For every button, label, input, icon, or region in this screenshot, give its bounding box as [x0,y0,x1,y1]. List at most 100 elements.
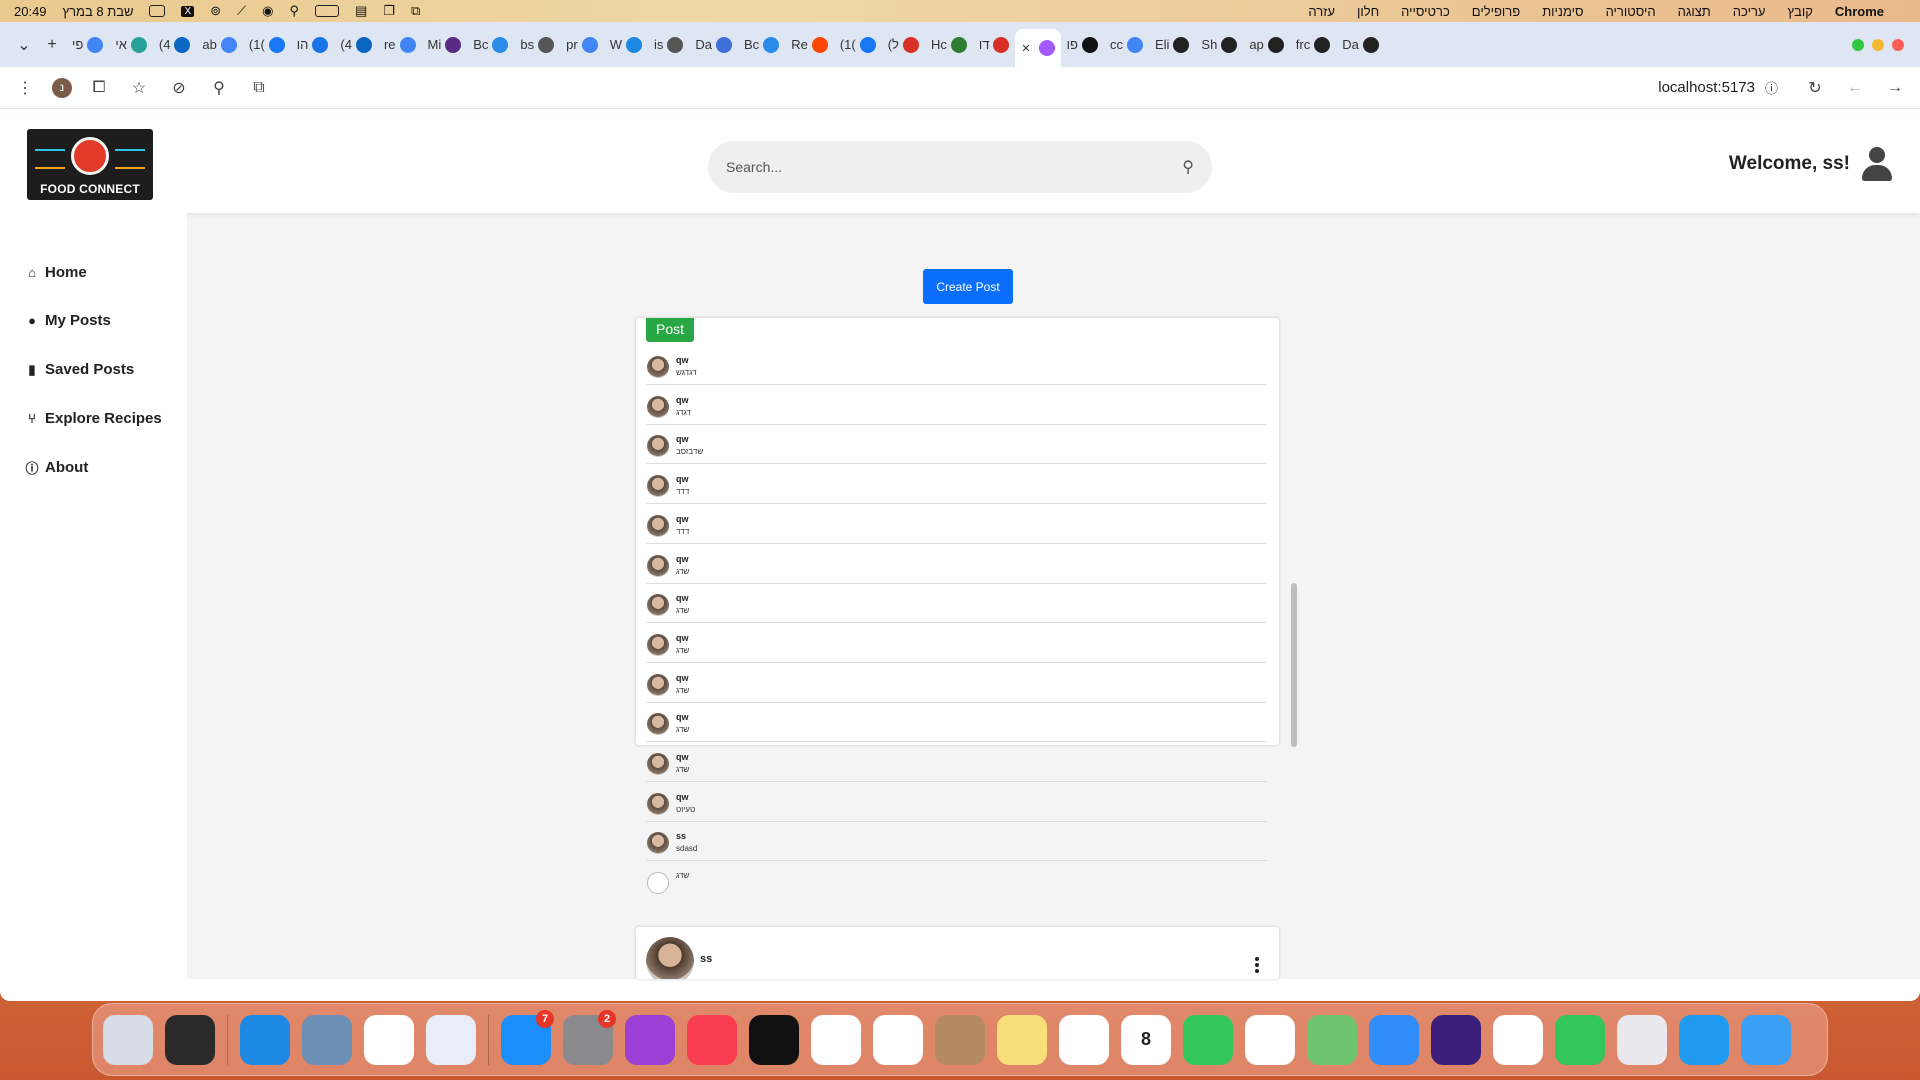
finder-icon[interactable] [1741,1014,1791,1065]
comment-avatar[interactable] [647,713,669,736]
xcode-instruments-icon[interactable] [426,1014,476,1065]
comment-author[interactable]: qw [676,434,689,444]
post-author-avatar[interactable] [646,937,694,979]
mongodb-icon[interactable] [364,1014,414,1065]
browser-tab[interactable]: is [648,29,689,61]
browser-tab[interactable]: pr [560,29,604,61]
menubar-menu-item[interactable]: פרופילים [1472,4,1520,19]
photos-icon[interactable] [1245,1014,1295,1065]
comment-avatar[interactable] [647,792,669,815]
zoom-button[interactable] [1852,38,1864,51]
podcasts-icon[interactable] [625,1014,675,1065]
menubar-menu-item[interactable]: עריכה [1733,4,1766,19]
comment-avatar[interactable] [647,872,669,895]
browser-tab[interactable]: Eli [1149,29,1195,61]
eye-off-icon[interactable]: ⊘ [166,78,192,98]
link-status-icon[interactable]: ⊚ [210,3,221,19]
comment-author[interactable]: qw [676,712,689,722]
comment-author[interactable]: qw [676,792,689,802]
comment-avatar[interactable] [647,753,669,775]
reminders-icon[interactable] [1059,1014,1109,1065]
comment-avatar[interactable] [647,475,669,498]
comment-avatar[interactable] [647,594,669,617]
browser-tab[interactable]: bs [514,29,560,61]
nav-explore-recipes[interactable]: ⑂ Explore Recipes [25,410,162,427]
control-center-icon[interactable] [149,5,166,17]
browser-tab[interactable]: ap [1243,29,1289,61]
menubar-menu-item[interactable]: עזרה [1308,4,1335,19]
calendar-icon[interactable]: 8 [1121,1014,1171,1065]
menubar-app-name[interactable]: Chrome [1835,4,1884,19]
browser-tab[interactable]: Da [1336,29,1385,61]
browser-tab[interactable]: Mi [422,29,468,61]
zoom-icon[interactable]: ⚲ [206,78,232,98]
browser-tab[interactable]: אי [109,29,153,61]
menubar-menu-item[interactable]: כרטיסייה [1401,4,1450,19]
url-text[interactable]: localhost:5173 [1658,79,1755,96]
x-status-icon[interactable]: X [181,5,195,17]
menubar-menu-item[interactable]: היסטוריה [1606,4,1656,19]
browser-tab[interactable]: Sh [1195,29,1243,61]
system-settings-icon[interactable]: 2 [563,1009,616,1065]
chrome-icon[interactable] [1493,1014,1543,1065]
window-status-icon[interactable]: ❐ [383,3,395,19]
menubar-menu-item[interactable]: חלון [1357,4,1379,19]
menubar-date[interactable]: שבת 8 במרץ [63,4,134,19]
comment-author[interactable]: qw [676,673,689,683]
comment-avatar[interactable] [647,435,669,458]
slash-status-icon[interactable]: ⟋ [237,3,246,19]
music-icon[interactable] [687,1014,737,1065]
user-avatar-icon[interactable] [1862,147,1892,181]
comment-author[interactable]: qw [676,474,689,484]
comment-author[interactable]: qw [676,593,689,603]
user-status-icon[interactable]: ◉ [262,3,273,19]
close-button[interactable] [1892,38,1904,51]
back-icon[interactable]: → [1882,79,1908,97]
battery-icon[interactable] [315,5,340,17]
menubar-menu-item[interactable]: תצוגה [1678,4,1711,19]
messages-icon[interactable] [1555,1014,1605,1065]
freeform-icon[interactable] [811,1014,861,1065]
browser-tab[interactable]: פי [66,29,109,61]
browser-tab[interactable]: (1( [243,29,291,61]
comment-author[interactable]: qw [676,514,689,524]
create-post-button[interactable]: Create Post [923,269,1013,304]
reload-icon[interactable]: ↻ [1802,78,1828,98]
screen-recorder-icon[interactable] [165,1014,215,1065]
stickies-icon[interactable] [997,1014,1047,1065]
mail-icon[interactable] [1369,1014,1419,1065]
tab-search-icon[interactable]: ⌄ [10,35,38,55]
browser-tab[interactable]: W [604,29,648,61]
page-scrollbar[interactable] [1291,583,1297,747]
comment-avatar[interactable] [647,395,669,418]
vscode-icon[interactable] [240,1014,290,1065]
browser-tab[interactable]: frc [1290,29,1336,61]
browser-tab[interactable]: cc [1104,29,1149,61]
close-tab-icon[interactable]: ✕ [1021,42,1030,55]
contacts-icon[interactable] [935,1014,985,1065]
nav-home[interactable]: ⌂ Home [25,264,87,281]
translate-icon[interactable]: ⧉ [246,79,272,97]
bookmark-star-icon[interactable]: ☆ [126,78,152,98]
address-bar[interactable]: localhost:5173 ⓘ [286,71,1788,104]
apple-tv-icon[interactable] [749,1014,799,1065]
nav-my-posts[interactable]: ● My Posts [25,312,111,329]
menubar-clock[interactable]: 20:49 [14,4,47,19]
comment-avatar[interactable] [647,356,669,378]
browser-tab[interactable]: ab [196,29,242,61]
browser-tab[interactable]: דו [973,29,1016,61]
extensions-icon[interactable]: ⧠ [86,79,112,97]
browser-tab[interactable]: הו [291,29,335,61]
browser-tab[interactable]: (ל [882,29,925,61]
food-connect-logo[interactable]: FOOD CONNECT [27,129,153,200]
comment-author[interactable]: ss [676,831,686,841]
comment-avatar[interactable] [647,514,669,537]
comment-author[interactable]: qw [676,355,689,365]
browser-tab[interactable]: Da [689,29,738,61]
safari-icon[interactable] [1679,1014,1729,1065]
search-input[interactable] [726,159,1183,175]
facetime-icon[interactable] [1183,1014,1233,1065]
notes-icon[interactable] [873,1014,923,1065]
comment-author[interactable]: qw [676,752,689,762]
storage-status-icon[interactable]: ▤ [355,3,367,19]
